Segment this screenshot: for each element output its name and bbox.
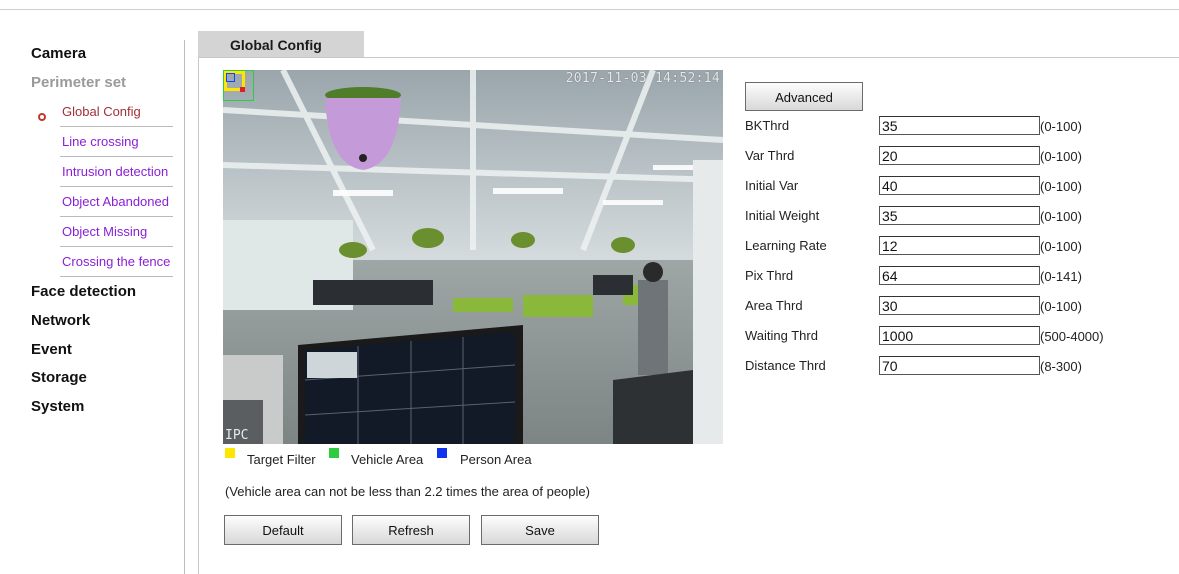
param-label-initial-var: Initial Var — [745, 178, 799, 193]
video-timestamp: 2017-11-03 14:52:14 — [565, 71, 720, 86]
bkthrd-input[interactable] — [879, 116, 1040, 135]
green-swatch-icon — [329, 448, 339, 458]
param-label-pix-thrd: Pix Thrd — [745, 268, 794, 283]
resize-handle[interactable] — [240, 87, 245, 92]
tab-global-config[interactable]: Global Config — [198, 31, 364, 58]
var-thrd-range: (0-100) — [1040, 149, 1082, 164]
blue-swatch-icon — [437, 448, 447, 458]
tab-underline — [198, 57, 1179, 58]
waiting-thrd-range: (500-4000) — [1040, 329, 1104, 344]
sidebar-item-perimeter-set[interactable]: Perimeter set — [31, 74, 126, 91]
param-label-bkthrd: BKThrd — [745, 118, 790, 133]
param-label-var-thrd: Var Thrd — [745, 148, 795, 163]
learning-rate-input[interactable] — [879, 236, 1040, 255]
sidebar-divider — [60, 216, 173, 217]
legend-vehicle-area: Vehicle Area — [351, 452, 424, 467]
refresh-button[interactable]: Refresh — [352, 515, 470, 545]
area-thrd-input[interactable] — [879, 296, 1040, 315]
sidebar-divider — [60, 246, 173, 247]
sidebar-item-system[interactable]: System — [31, 398, 84, 415]
sidebar-item-network[interactable]: Network — [31, 312, 90, 329]
office-scene-image — [223, 70, 723, 444]
distance-thrd-range: (8-300) — [1040, 359, 1082, 374]
vehicle-area-note: (Vehicle area can not be less than 2.2 t… — [225, 484, 590, 499]
sidebar-divider — [60, 126, 173, 127]
legend-person-area: Person Area — [460, 452, 532, 467]
initial-weight-input[interactable] — [879, 206, 1040, 225]
sidebar-item-storage[interactable]: Storage — [31, 369, 87, 386]
pix-thrd-range: (0-141) — [1040, 269, 1082, 284]
advanced-button[interactable]: Advanced — [745, 82, 863, 111]
sidebar-item-intrusion-detection[interactable]: Intrusion detection — [62, 164, 168, 179]
sidebar-item-object-missing[interactable]: Object Missing — [62, 224, 147, 239]
sidebar-divider — [60, 276, 173, 277]
legend-target-filter: Target Filter — [247, 452, 316, 467]
param-label-area-thrd: Area Thrd — [745, 298, 803, 313]
param-label-initial-weight: Initial Weight — [745, 208, 820, 223]
sidebar-item-event[interactable]: Event — [31, 341, 72, 358]
content-left-border — [198, 58, 199, 574]
area-thrd-range: (0-100) — [1040, 299, 1082, 314]
sidebar-item-object-abandoned[interactable]: Object Abandoned — [62, 194, 169, 209]
initial-weight-range: (0-100) — [1040, 209, 1082, 224]
sidebar-item-crossing-the-fence[interactable]: Crossing the fence — [62, 254, 170, 269]
pix-thrd-input[interactable] — [879, 266, 1040, 285]
sidebar-item-line-crossing[interactable]: Line crossing — [62, 134, 139, 149]
sidebar-nav: Camera Perimeter set Global Config Line … — [0, 0, 185, 574]
default-button[interactable]: Default — [224, 515, 342, 545]
person-area-region[interactable] — [226, 73, 235, 82]
param-label-waiting-thrd: Waiting Thrd — [745, 328, 818, 343]
camera-video-preview[interactable]: 2017-11-03 14:52:14 IPC — [223, 70, 723, 444]
bkthrd-range: (0-100) — [1040, 119, 1082, 134]
video-label: IPC — [225, 428, 249, 443]
sidebar-item-camera[interactable]: Camera — [31, 45, 86, 62]
sidebar-border — [184, 40, 185, 574]
sidebar-divider — [60, 186, 173, 187]
sidebar-item-face-detection[interactable]: Face detection — [31, 283, 136, 300]
learning-rate-range: (0-100) — [1040, 239, 1082, 254]
param-label-learning-rate: Learning Rate — [745, 238, 827, 253]
var-thrd-input[interactable] — [879, 146, 1040, 165]
distance-thrd-input[interactable] — [879, 356, 1040, 375]
param-label-distance-thrd: Distance Thrd — [745, 358, 826, 373]
save-button[interactable]: Save — [481, 515, 599, 545]
initial-var-input[interactable] — [879, 176, 1040, 195]
initial-var-range: (0-100) — [1040, 179, 1082, 194]
sidebar-item-global-config[interactable]: Global Config — [62, 104, 141, 119]
yellow-swatch-icon — [225, 448, 235, 458]
active-bullet-icon — [38, 113, 46, 121]
waiting-thrd-input[interactable] — [879, 326, 1040, 345]
sidebar-divider — [60, 156, 173, 157]
